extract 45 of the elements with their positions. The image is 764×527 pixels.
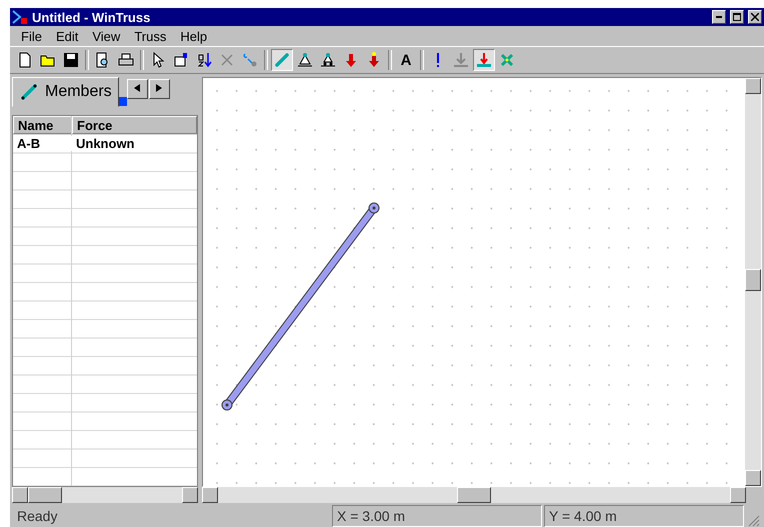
tab-scroll-left-button[interactable] bbox=[126, 79, 148, 99]
column-header[interactable]: Force bbox=[72, 116, 197, 134]
truss-member-drawing[interactable] bbox=[222, 202, 380, 410]
reaction-icon bbox=[476, 52, 492, 68]
exclamation-icon bbox=[436, 52, 440, 68]
window-title: Untitled - WinTruss bbox=[32, 10, 152, 24]
pin-support-icon bbox=[297, 52, 313, 68]
close-button[interactable] bbox=[748, 10, 762, 24]
menu-item[interactable]: File bbox=[14, 28, 49, 44]
vertical-scrollbar[interactable] bbox=[745, 78, 761, 486]
roller-support-icon bbox=[320, 52, 336, 68]
right-arrow-icon bbox=[156, 84, 162, 92]
column-header[interactable]: Name bbox=[13, 116, 72, 134]
maximize-icon bbox=[733, 13, 741, 21]
horizontal-scrollbar[interactable] bbox=[12, 487, 198, 503]
sort-icon bbox=[196, 52, 212, 68]
tab-scroll-right-button[interactable] bbox=[148, 79, 170, 99]
new-file-icon bbox=[17, 52, 33, 68]
horizontal-scrollbar[interactable] bbox=[202, 487, 762, 503]
maximize-button[interactable] bbox=[730, 10, 744, 24]
minimize-button[interactable] bbox=[712, 10, 726, 24]
menu-item[interactable]: Edit bbox=[48, 28, 86, 44]
menu-item[interactable]: Help bbox=[173, 28, 214, 44]
table-row[interactable]: A-B Unknown bbox=[13, 134, 197, 152]
status-text: X = 3.00 m bbox=[332, 505, 542, 527]
left-arrow-icon bbox=[134, 84, 140, 92]
joint-icon bbox=[242, 52, 258, 68]
status-text: Ready bbox=[16, 507, 58, 526]
app-icon bbox=[12, 9, 28, 25]
member-icon bbox=[19, 82, 39, 102]
delete-icon bbox=[219, 52, 235, 68]
support-icon bbox=[453, 52, 469, 68]
load-arrow-icon bbox=[366, 52, 382, 68]
printer-icon bbox=[118, 52, 134, 68]
cross-icon bbox=[499, 52, 515, 68]
menu-item[interactable]: View bbox=[85, 28, 128, 44]
properties-icon bbox=[173, 52, 189, 68]
tab[interactable]: Members bbox=[12, 77, 119, 107]
menu-item[interactable]: Truss bbox=[127, 28, 174, 44]
member-icon bbox=[274, 52, 290, 68]
close-icon bbox=[751, 13, 759, 21]
status-text: Y = 4.00 m bbox=[544, 505, 744, 527]
load-arrow-icon bbox=[343, 52, 359, 68]
minimize-icon bbox=[716, 16, 722, 18]
resize-grip-icon bbox=[746, 513, 760, 527]
